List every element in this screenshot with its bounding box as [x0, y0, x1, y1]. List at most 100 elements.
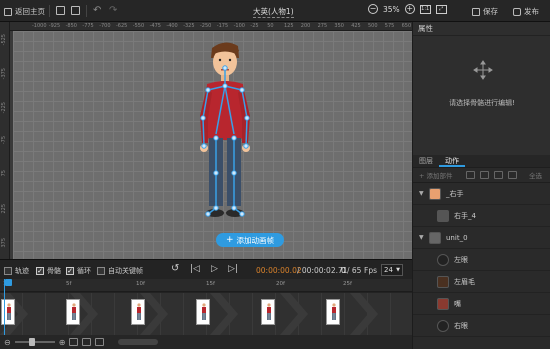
zoom-in-icon[interactable]: + — [404, 4, 415, 14]
slider-handle[interactable] — [28, 338, 35, 346]
ruler-tick-label: -525 — [1, 34, 7, 46]
collapse-arrow-icon[interactable]: ▼ — [419, 234, 424, 241]
timeline-tick-label: 5f — [66, 281, 72, 287]
folder-icon[interactable] — [465, 171, 475, 179]
character-rig[interactable] — [190, 38, 260, 238]
layer-thumbnail — [437, 275, 449, 288]
add-part-button[interactable]: + 添加部件 — [419, 170, 453, 180]
keyframe-thumbnail[interactable] — [66, 299, 80, 325]
ruler-tick-label: 200 — [300, 23, 311, 29]
layer-item[interactable]: 右手_4 — [413, 205, 550, 227]
layer-label: _右手 — [446, 189, 464, 198]
ruler-tick-label: -175 — [216, 23, 229, 29]
keyframe-copy-icon[interactable] — [82, 338, 92, 346]
timeline-tick-label: 15f — [206, 281, 215, 287]
ruler-tick-label: 575 — [384, 23, 395, 29]
ruler-tick-label: 650 — [401, 23, 412, 29]
timeline-scrollbar[interactable] — [118, 339, 159, 345]
frame-current: 0 — [341, 266, 346, 275]
fit-screen-icon[interactable]: ⤢ — [435, 4, 447, 14]
unit-icon — [429, 231, 441, 244]
ruler-tick-label: -925 — [48, 23, 61, 29]
next-frame-icon[interactable]: ▷| — [228, 264, 238, 274]
layer-thumbnail — [437, 319, 449, 332]
save-button[interactable]: 保存 — [472, 6, 498, 17]
bone-label: 骨骼 — [47, 267, 61, 275]
ruler-tick-label: -850 — [65, 23, 77, 29]
back-home-button[interactable]: 返回主页 — [4, 6, 45, 17]
home-back-icon — [4, 7, 12, 16]
select-all-button[interactable]: 全选 — [529, 170, 542, 180]
image-icon[interactable] — [479, 171, 489, 179]
zoom-out-timeline-icon[interactable]: ⊖ — [4, 338, 11, 347]
layer-item[interactable]: ▼ unit_0 — [413, 227, 550, 249]
tab-layers[interactable]: 图层 — [413, 155, 439, 167]
delete-icon[interactable] — [507, 171, 517, 179]
publish-button[interactable]: 发布 — [513, 6, 539, 17]
layer-item[interactable]: 左眼 — [413, 249, 550, 271]
actual-size-icon[interactable]: 1:1 — [419, 4, 431, 14]
divider — [86, 5, 87, 17]
layers-panel: 图层 动作 + 添加部件 全选 ▼ _右手 右手_4 ▼ unit_0 左眼 左… — [412, 155, 550, 349]
layer-label: 嘴 — [454, 299, 461, 308]
ruler-tick-label: 275 — [317, 23, 328, 29]
playhead-handle[interactable] — [5, 279, 12, 286]
timeline-ruler[interactable]: 15f10f15f20f25f — [0, 279, 412, 292]
zoom-in-timeline-icon[interactable]: ⊕ — [59, 338, 66, 347]
ruler-tick-label: 125 — [284, 23, 294, 29]
layer-item[interactable]: 左眉毛 — [413, 271, 550, 293]
layer-thumbnail — [429, 187, 441, 200]
ruler-tick-label: -75 — [1, 136, 7, 145]
project-title[interactable]: 大英(人物1) — [253, 6, 294, 18]
ruler-tick-label: -100 — [233, 23, 245, 29]
timeline-zoom-slider[interactable] — [14, 338, 55, 346]
ruler-tick-label: -325 — [183, 23, 195, 29]
copy-icon[interactable] — [71, 6, 80, 15]
keyframe-add-icon[interactable] — [69, 338, 79, 346]
layer-item[interactable]: 嘴 — [413, 293, 550, 315]
keyframe-thumbnail[interactable] — [261, 299, 275, 325]
bone-checkbox[interactable]: ✓ 骨骼 — [36, 266, 61, 276]
horizontal-ruler: -1000 -925 -850 -775 -700 -625 -550 -475 -400 -32… — [10, 22, 412, 31]
duplicate-icon[interactable] — [493, 171, 503, 179]
add-animation-frame-button[interactable]: + 添加动画帧 — [216, 233, 284, 247]
ruler-tick-label: -475 — [149, 23, 161, 29]
publish-icon — [513, 7, 521, 16]
keyframe-delete-icon[interactable] — [95, 338, 105, 346]
loop-checkbox[interactable]: ✓ 循环 — [66, 266, 91, 276]
zoom-out-icon[interactable]: − — [368, 4, 378, 14]
layer-label: 左眉毛 — [454, 277, 475, 286]
move-arrows-icon — [473, 60, 493, 80]
vertical-ruler: -525 -375 -225 -75 75 225 375 — [0, 22, 10, 259]
zoom-level: 35% — [383, 4, 400, 14]
auto-keyframe-checkbox[interactable]: 自动关键帧 — [97, 266, 143, 276]
new-file-icon[interactable] — [56, 6, 65, 15]
keyframe-thumbnail[interactable] — [326, 299, 340, 325]
undo-icon[interactable]: ↶ — [93, 5, 101, 16]
play-icon[interactable]: ▷ — [211, 264, 218, 274]
layer-toolbar: + 添加部件 全选 — [413, 168, 550, 183]
track-checkbox[interactable]: 轨迹 — [4, 266, 29, 276]
playhead[interactable] — [4, 279, 12, 335]
loop-label: 循环 — [77, 267, 91, 275]
timeline-footer: ⊖ ⊕ — [0, 335, 412, 349]
keyframe-thumbnail[interactable] — [131, 299, 145, 325]
layer-item[interactable]: ▼ _右手 — [413, 183, 550, 205]
checkbox-empty — [97, 267, 105, 275]
fps-select[interactable]: 24 ▼ — [381, 264, 403, 276]
divider — [49, 5, 50, 17]
ruler-tick-label: 425 — [351, 23, 361, 29]
keyframe-thumbnail[interactable] — [196, 299, 210, 325]
frame-total: / 65 — [347, 266, 362, 275]
layer-label: 右眼 — [454, 321, 468, 330]
collapse-arrow-icon[interactable]: ▼ — [419, 190, 424, 197]
plus-icon: + — [225, 235, 234, 245]
rewind-icon[interactable]: ↺ — [171, 263, 179, 274]
layer-item[interactable]: 右眼 — [413, 315, 550, 337]
timeline-tick-label: 20f — [276, 281, 285, 287]
top-toolbar: 返回主页 ↶ ↷ 大英(人物1) − 35% + 1:1 ⤢ 保存 发布 — [0, 0, 550, 22]
ruler-tick-label: -25 — [250, 23, 259, 29]
tab-actions[interactable]: 动作 — [439, 155, 465, 167]
prev-frame-icon[interactable]: |◁ — [190, 264, 200, 274]
redo-icon[interactable]: ↷ — [109, 5, 117, 16]
